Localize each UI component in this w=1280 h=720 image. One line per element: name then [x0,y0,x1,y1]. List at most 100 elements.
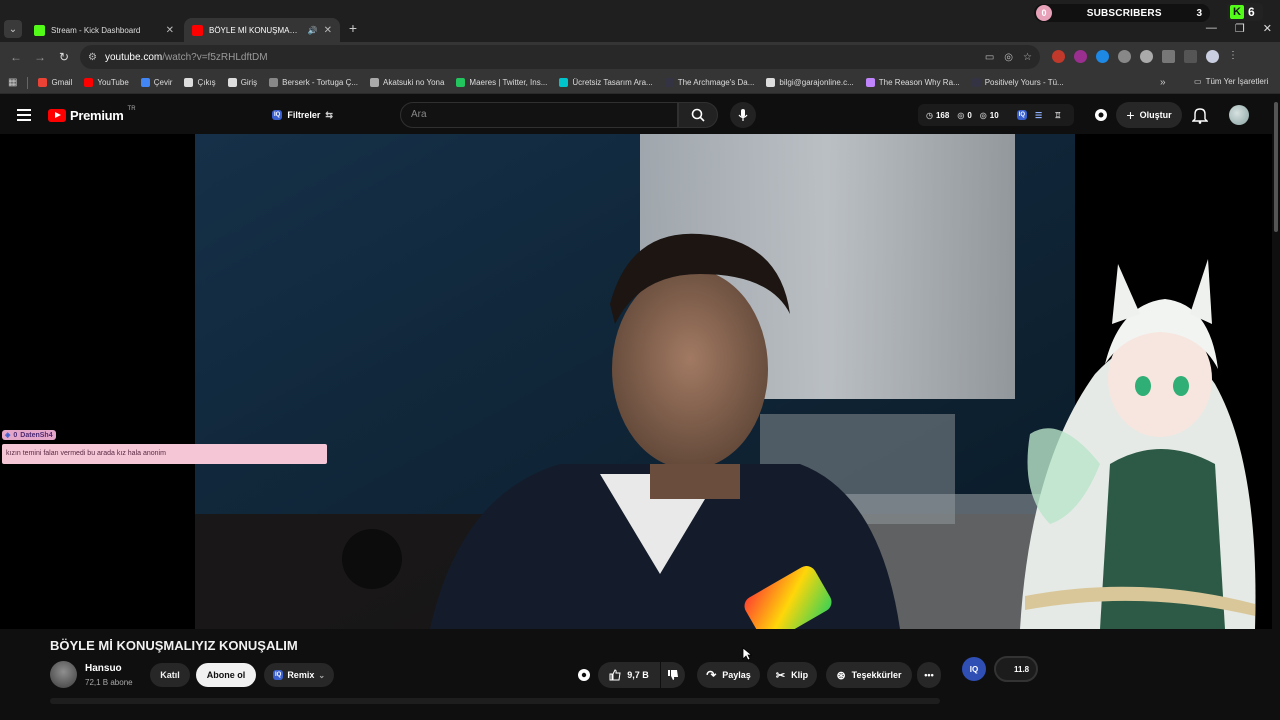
extensions-puzzle-icon[interactable] [1162,50,1175,63]
forward-icon[interactable]: → [28,50,52,64]
extension-purple-icon[interactable] [1074,50,1087,63]
thanks-button[interactable]: ⊛ Teşekkürler [826,662,912,688]
profile-avatar-icon[interactable] [1206,50,1219,63]
menu-icon[interactable] [17,109,31,121]
chat-overlay: ◈ 0 DatenSh4 kızın temini falan vermedi … [2,424,327,464]
join-button[interactable]: Katıl [150,663,190,687]
cast-icon[interactable]: ▭ [985,52,994,63]
trophy-icon[interactable]: ♖ [1054,111,1061,120]
bookmark-label: Giriş [240,78,258,87]
speaker-icon[interactable]: 🔊 [308,26,318,35]
bookmark-item[interactable]: Maeres | Twitter, Ins... [456,78,547,87]
bookmark-item[interactable]: Ücretsiz Tasarım Ara... [559,78,653,87]
bookmark-item[interactable]: Berserk - Tortuga Ç... [269,78,358,87]
bookmark-item[interactable]: Çıkış [184,78,216,87]
tab-search-button[interactable]: ⌄ [4,20,22,38]
eye-off-icon[interactable]: ◎ [1004,52,1013,63]
search-button[interactable] [678,102,718,128]
menu-kebab-icon[interactable]: ⋮ [1228,50,1238,63]
youtube-favicon-icon [192,24,203,36]
kick-count: 6 [1248,5,1255,19]
tab-youtube-video[interactable]: BÖYLE Mİ KONUŞMALIYIZ KONUŞALIM 🔊 ✕ [184,18,340,42]
close-window-icon[interactable]: ✕ [1263,22,1272,35]
clip-button[interactable]: ✂ Klip [767,662,817,688]
bookmark-item[interactable]: The Reason Why Ra... [865,78,960,87]
extension-bulb-icon[interactable] [1118,50,1131,63]
more-actions-button[interactable]: ••• [917,662,941,688]
address-bar[interactable]: ⚙ youtube.com /watch?v=f5zRHLdftDM ▭ ◎ ☆ [80,45,1040,69]
bookmark-item[interactable]: The Archmage's Da... [664,78,754,87]
kick-favicon-icon [34,24,45,36]
dislike-button[interactable] [661,662,685,688]
bookmark-item[interactable]: Positively Yours - Tü... [971,78,1064,87]
subscribers-count: 3 [1196,7,1202,19]
extension-blue-icon[interactable] [1096,50,1109,63]
channel-name[interactable]: Hansuo [85,663,122,674]
close-tab-icon[interactable]: ✕ [166,25,174,36]
subscribers-widget: 0 SUBSCRIBERS 3 [1034,4,1210,22]
bookmark-label: Maeres | Twitter, Ins... [469,78,548,87]
iq-extension-icon[interactable]: IQ [1016,110,1028,120]
back-icon[interactable]: ← [4,50,28,64]
eye-icon: ◎ [979,110,987,120]
bookmark-item[interactable]: YouTube [84,78,129,87]
extension-gear-icon[interactable] [1093,107,1109,123]
iq-score-pill[interactable]: 11.8 [994,656,1038,682]
channel-avatar[interactable] [50,661,77,688]
url-host: youtube.com [104,51,163,63]
share-button[interactable]: ↷ Paylaş [697,662,760,688]
bookmark-item[interactable]: Gmail [38,78,72,87]
window-controls: — ❐ ✕ [1206,22,1272,35]
more-bookmarks-icon[interactable]: » [1160,77,1166,88]
create-button[interactable]: + Oluştur [1116,102,1182,128]
youtube-logo[interactable]: Premium TR [48,106,136,123]
iq-button[interactable]: IQ [962,657,986,681]
page-scrollbar[interactable] [1272,96,1280,720]
bookmark-favicon-icon [971,78,981,87]
bookmark-label: Çevir [153,78,173,87]
restore-icon[interactable]: ❐ [1235,22,1245,35]
voice-search-button[interactable] [730,102,756,128]
close-tab-icon[interactable]: ✕ [324,25,332,36]
apps-grid-icon[interactable]: ▦ [8,77,17,88]
new-tab-button[interactable]: + [346,21,360,35]
omnibox-actions: ▭ ◎ ☆ [985,52,1032,63]
like-count: 9,7 B [627,670,649,680]
browser-tab-bar: ⌄ Stream - Kick Dashboard ✕ BÖYLE Mİ KON… [0,0,1280,42]
super-thanks-icon: ⊛ [836,669,846,682]
bookmark-favicon-icon [370,78,380,87]
reload-icon[interactable]: ↻ [52,50,76,64]
bookmark-item[interactable]: bilgi@garajonline.c... [766,78,854,87]
notifications-bell-icon[interactable] [1192,106,1208,124]
subscribe-button[interactable]: Abone ol [196,663,256,687]
bookmark-label: The Reason Why Ra... [878,78,960,87]
minimize-icon[interactable]: — [1206,22,1217,35]
extension-cloud-icon[interactable] [1140,50,1153,63]
bookmark-label: Berserk - Tortuga Ç... [282,78,359,87]
extension-red-icon[interactable] [1052,50,1065,63]
tab-kick-dashboard[interactable]: Stream - Kick Dashboard ✕ [26,18,182,42]
like-button[interactable]: 9,7 B [598,662,660,688]
description-bar[interactable] [50,698,940,704]
mod-badge-icon: ◈ [5,432,11,439]
create-label: Oluştur [1139,110,1172,120]
filters-button[interactable]: IQ Filtreler ⇆ [272,105,333,125]
subscribers-label: SUBSCRIBERS [1086,7,1162,19]
bookmark-star-icon[interactable]: ☆ [1023,52,1032,63]
search-input[interactable]: Ara [400,102,678,128]
site-info-icon[interactable]: ⚙ [88,52,97,63]
extension-gear-icon[interactable] [577,668,591,682]
all-bookmarks-button[interactable]: ▭ Tüm Yer İşaretleri [1194,77,1268,86]
bookmark-item[interactable]: Giriş [227,78,258,87]
bookmark-item[interactable]: Çevir [140,78,173,87]
list-icon[interactable]: ☰ [1035,111,1042,120]
scrollbar-thumb[interactable] [1274,102,1278,232]
bookmark-favicon-icon [456,78,466,87]
kick-widget: K 6 [1227,3,1263,21]
remix-button[interactable]: IQ Remix ⌄ [264,663,334,687]
video-player[interactable]: ◈ 0 DatenSh4 kızın temini falan vermedi … [0,134,1272,629]
account-avatar[interactable] [1229,105,1249,125]
bookmark-item[interactable]: Akatsuki no Yona [370,78,444,87]
media-control-icon[interactable] [1184,50,1197,63]
extension-icons: ⋮ [1052,50,1238,63]
